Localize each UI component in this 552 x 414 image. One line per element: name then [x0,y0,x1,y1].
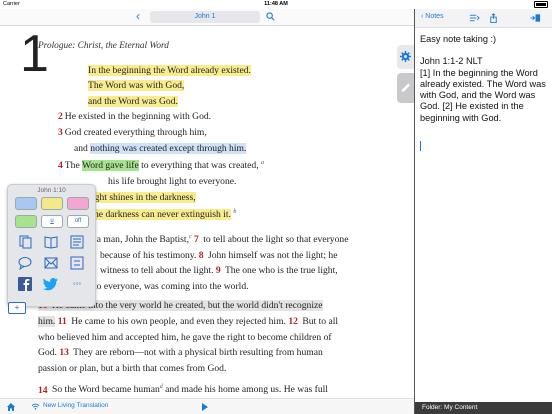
share-icon[interactable] [488,13,499,23]
highlight-green-swatch[interactable] [15,215,37,228]
highlight-yellow-swatch[interactable] [41,197,63,210]
verse-line[interactable]: 2 He existed in the beginning with God. [38,109,376,125]
notes-back-button[interactable]: ‹ Notes [421,13,444,20]
notes-toolbar: ‹ Notes [415,9,552,28]
more-icon[interactable]: ◦◦◦ [69,278,85,290]
highlight-panel: John 1:10 u off ◦◦◦ [7,184,96,307]
list-icon[interactable] [69,235,85,249]
side-tabs [397,45,414,105]
gear-icon [400,51,411,62]
notes-back-label: Notes [425,13,444,20]
reader-bottom-bar: New Living Translation [0,398,414,414]
text-cursor [420,141,421,151]
verse-line[interactable]: who believed him and accepted him, he ga… [38,330,376,346]
play-icon[interactable] [201,403,209,411]
notes-footer[interactable]: Folder: My Content [415,402,552,414]
settings-tab[interactable] [397,45,414,69]
bible-reader: ‹ John 1 1 Prologue: Christ, the Eternal… [0,9,414,414]
verse-line[interactable]: In the beginning the Word already existe… [38,63,376,79]
verse-line[interactable]: The Word was with God, [38,78,376,94]
search-icon[interactable] [266,12,275,21]
highlight-blue-swatch[interactable] [15,197,37,210]
reader-toolbar: ‹ John 1 [0,9,414,26]
note-editor[interactable]: Easy note taking :) John 1:1-2 NLT [1] I… [420,34,548,124]
footnote-marker[interactable]: b [233,209,236,215]
verse-line[interactable]: 14 So the Word became humand and made hi… [38,380,376,398]
verse-line[interactable]: and the Word was God. [38,94,376,110]
translation-selector[interactable]: New Living Translation [43,402,108,409]
expand-panel-icon[interactable] [530,13,541,23]
insert-verse-icon[interactable] [469,13,480,23]
reference-selector[interactable]: John 1 [150,11,260,23]
status-bar: Carrier 11:48 AM [0,0,552,9]
note-text: [1] In the beginning the Word already ex… [420,67,546,123]
footnote-marker[interactable]: a [261,160,264,166]
highlight-panel-title: John 1:10 [37,187,66,194]
email-icon[interactable] [43,256,59,270]
note-title: Easy note taking :) [420,34,497,44]
book-icon[interactable] [43,235,59,249]
note-reference: John 1:1-2 NLT [420,56,483,67]
verse-line[interactable]: 4 The Word gave life to everything that w… [38,156,376,174]
verse-line[interactable]: God. 13 They are reborn—not with a physi… [38,345,376,361]
pencil-icon [401,83,411,93]
comment-icon[interactable] [17,256,33,270]
battery-icon [534,1,548,8]
underline-button[interactable]: u [41,215,63,228]
highlight-off-button[interactable]: off [67,215,89,228]
clock: 11:48 AM [264,1,288,7]
share-icon[interactable] [69,256,85,270]
home-icon[interactable] [6,402,16,412]
copy-icon[interactable] [17,235,33,249]
verse-line[interactable]: 3 God created everything through him, [38,125,376,141]
twitter-icon[interactable] [43,277,59,291]
notes-tab[interactable] [397,73,414,103]
highlight-pink-swatch[interactable] [67,197,89,210]
folder-label: Folder: My Content [422,404,478,411]
verse-line[interactable]: passion or plan, but a birth that comes … [38,361,376,377]
verse-line[interactable]: him. 11 He came to his own people, and e… [38,314,376,330]
section-heading: Prologue: Christ, the Eternal Word [38,41,169,51]
previous-chapter-icon[interactable]: ‹ [136,10,140,23]
footnote-marker[interactable]: c [189,234,192,240]
verse-line[interactable]: and nothing was created except through h… [38,141,376,157]
add-highlight-button[interactable]: + [8,302,26,314]
facebook-icon[interactable] [17,277,33,291]
audio-stream-icon [31,403,40,410]
battery-indicator [534,1,548,8]
notes-panel: ‹ Notes Easy note taking :) John 1:1-2 N… [414,9,552,414]
